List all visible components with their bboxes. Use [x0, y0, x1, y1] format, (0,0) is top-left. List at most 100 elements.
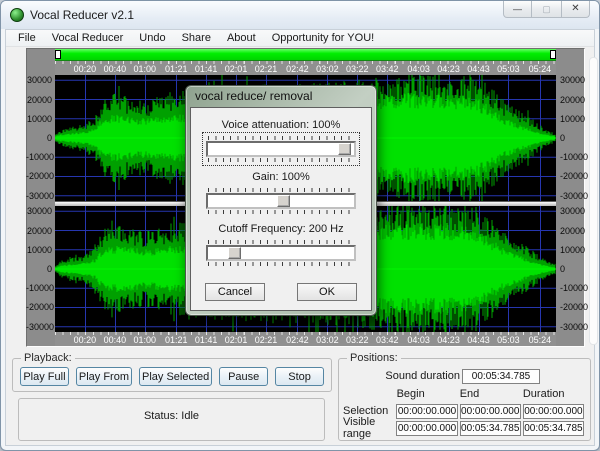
time-tick-label: 03:22: [346, 335, 369, 345]
dialog-buttons: Cancel OK: [191, 275, 371, 301]
voice-attenuation-thumb[interactable]: [338, 143, 351, 155]
time-tick-label: 03:22: [346, 64, 369, 74]
begin-header: Begin: [397, 388, 460, 400]
amplitude-tick-label: -30000: [560, 191, 586, 201]
amplitude-tick-label: 30000: [26, 75, 52, 85]
time-tick-label: 04:23: [437, 335, 460, 345]
gain-label: Gain: 100%: [195, 171, 367, 183]
amplitude-tick-label: 0: [560, 264, 586, 274]
time-field: 00:05:34.785: [460, 421, 521, 436]
voice-attenuation-track[interactable]: [206, 141, 356, 157]
amplitude-tick-label: 10000: [560, 114, 586, 124]
seek-handle-left[interactable]: [55, 50, 61, 59]
time-ruler-bottom: 00:2000:4001:0001:2101:4102:0102:2102:42…: [55, 332, 556, 346]
stop-button[interactable]: Stop: [275, 367, 324, 386]
play-selected-button[interactable]: Play Selected: [139, 367, 212, 386]
amplitude-tick-label: -10000: [26, 152, 52, 162]
positions-group-label: Positions:: [347, 352, 401, 364]
cutoff-frequency-thumb[interactable]: [228, 247, 241, 259]
window-controls: — ▢ ✕: [503, 1, 590, 18]
time-tick-label: 01:00: [134, 64, 157, 74]
end-header: End: [460, 388, 523, 400]
time-tick-label: 02:01: [225, 335, 248, 345]
status-box: Status: Idle: [18, 398, 325, 441]
menu-item-undo[interactable]: Undo: [131, 30, 173, 47]
amplitude-tick-label: -30000: [26, 191, 52, 201]
cutoff-frequency-track[interactable]: [206, 245, 356, 261]
menu-item-file[interactable]: File: [10, 30, 44, 47]
time-tick-label: 01:21: [165, 64, 188, 74]
time-tick-label: 02:42: [286, 64, 309, 74]
cutoff-frequency-slider[interactable]: [203, 237, 359, 269]
amplitude-tick-label: -10000: [560, 152, 586, 162]
positions-rows: Selection00:00:00.00000:00:00.00000:00:0…: [343, 403, 586, 436]
tick-marks: [208, 188, 354, 192]
time-field: 00:00:00.000: [396, 421, 457, 436]
time-field: 00:00:00.000: [523, 404, 584, 419]
positions-group: Positions: Sound duration 00:05:34.785 B…: [338, 358, 591, 441]
amplitude-tick-label: -20000: [26, 302, 52, 312]
menu-item-opportunity-for-you[interactable]: Opportunity for YOU!: [264, 30, 383, 47]
amplitude-tick-label: 20000: [560, 226, 586, 236]
positions-table: Sound duration 00:05:34.785 BeginEndDura…: [339, 359, 590, 436]
close-button[interactable]: ✕: [561, 1, 590, 18]
play-full-button[interactable]: Play Full: [20, 367, 69, 386]
time-tick-label: 00:20: [74, 335, 97, 345]
tick-marks: [208, 240, 354, 244]
amplitude-tick-label: 10000: [26, 114, 52, 124]
time-tick-label: 04:43: [467, 335, 490, 345]
amplitude-tick-label: 30000: [26, 206, 52, 216]
amplitude-tick-label: -20000: [560, 171, 586, 181]
time-tick-label: 02:01: [225, 64, 248, 74]
gain-track[interactable]: [206, 193, 356, 209]
menu-item-vocal-reducer[interactable]: Vocal Reducer: [44, 30, 132, 47]
amplitude-tick-label: 0: [26, 264, 52, 274]
time-ruler-top: 00:2000:4001:0001:2101:4102:0102:2102:42…: [55, 61, 556, 75]
time-tick-label: 00:40: [104, 335, 127, 345]
pause-button[interactable]: Pause: [219, 367, 268, 386]
status-text: Status: Idle: [19, 399, 324, 422]
window-title: Vocal Reducer v2.1: [30, 8, 134, 22]
time-tick-label: 05:03: [497, 335, 520, 345]
time-field: 00:05:34.785: [523, 421, 584, 436]
amplitude-tick-label: -20000: [560, 302, 586, 312]
seekbar[interactable]: [55, 49, 556, 61]
amplitude-tick-label: 30000: [560, 75, 586, 85]
ok-button[interactable]: OK: [297, 283, 357, 301]
vertical-scrollbar-placeholder: [589, 57, 598, 345]
time-tick-label: 04:03: [407, 64, 430, 74]
time-tick-label: 05:24: [529, 335, 552, 345]
dialog-titlebar[interactable]: vocal reduce/ removal: [190, 86, 372, 107]
time-tick-label: 05:03: [497, 64, 520, 74]
amplitude-tick-label: 0: [560, 133, 586, 143]
voice-attenuation-slider[interactable]: [203, 133, 359, 165]
app-window: Vocal Reducer v2.1 — ▢ ✕ FileVocal Reduc…: [0, 0, 600, 451]
time-tick-label: 01:41: [195, 335, 218, 345]
sound-duration-row: Sound duration 00:05:34.785: [343, 368, 586, 384]
minimize-button[interactable]: —: [503, 1, 532, 18]
sound-duration-label: Sound duration: [343, 370, 460, 382]
maximize-button[interactable]: ▢: [532, 1, 561, 18]
menu-item-about[interactable]: About: [219, 30, 264, 47]
gain-slider[interactable]: [203, 185, 359, 217]
time-tick-label: 00:20: [74, 64, 97, 74]
vocal-reduce-dialog: vocal reduce/ removal Voice attenuation:…: [185, 85, 377, 316]
dialog-client: Voice attenuation: 100% Gain: 100% Cutof…: [190, 107, 372, 311]
amplitude-tick-label: 30000: [560, 206, 586, 216]
time-tick-label: 01:21: [165, 335, 188, 345]
amplitude-tick-label: 20000: [560, 95, 586, 105]
playback-group-label: Playback:: [21, 352, 75, 364]
time-tick-label: 04:23: [437, 64, 460, 74]
time-tick-label: 01:41: [195, 64, 218, 74]
time-tick-label: 03:42: [376, 335, 399, 345]
voice-attenuation-label: Voice attenuation: 100%: [195, 119, 367, 131]
tick-marks: [208, 262, 354, 266]
time-tick-label: 00:40: [104, 64, 127, 74]
time-field: 00:00:00.000: [460, 404, 521, 419]
gain-thumb[interactable]: [277, 195, 290, 207]
play-from-button[interactable]: Play From: [76, 367, 132, 386]
cancel-button[interactable]: Cancel: [205, 283, 265, 301]
menu-item-share[interactable]: Share: [174, 30, 219, 47]
amplitude-tick-label: 10000: [26, 245, 52, 255]
visible-range-row: Visible range00:00:00.00000:05:34.78500:…: [343, 420, 586, 436]
